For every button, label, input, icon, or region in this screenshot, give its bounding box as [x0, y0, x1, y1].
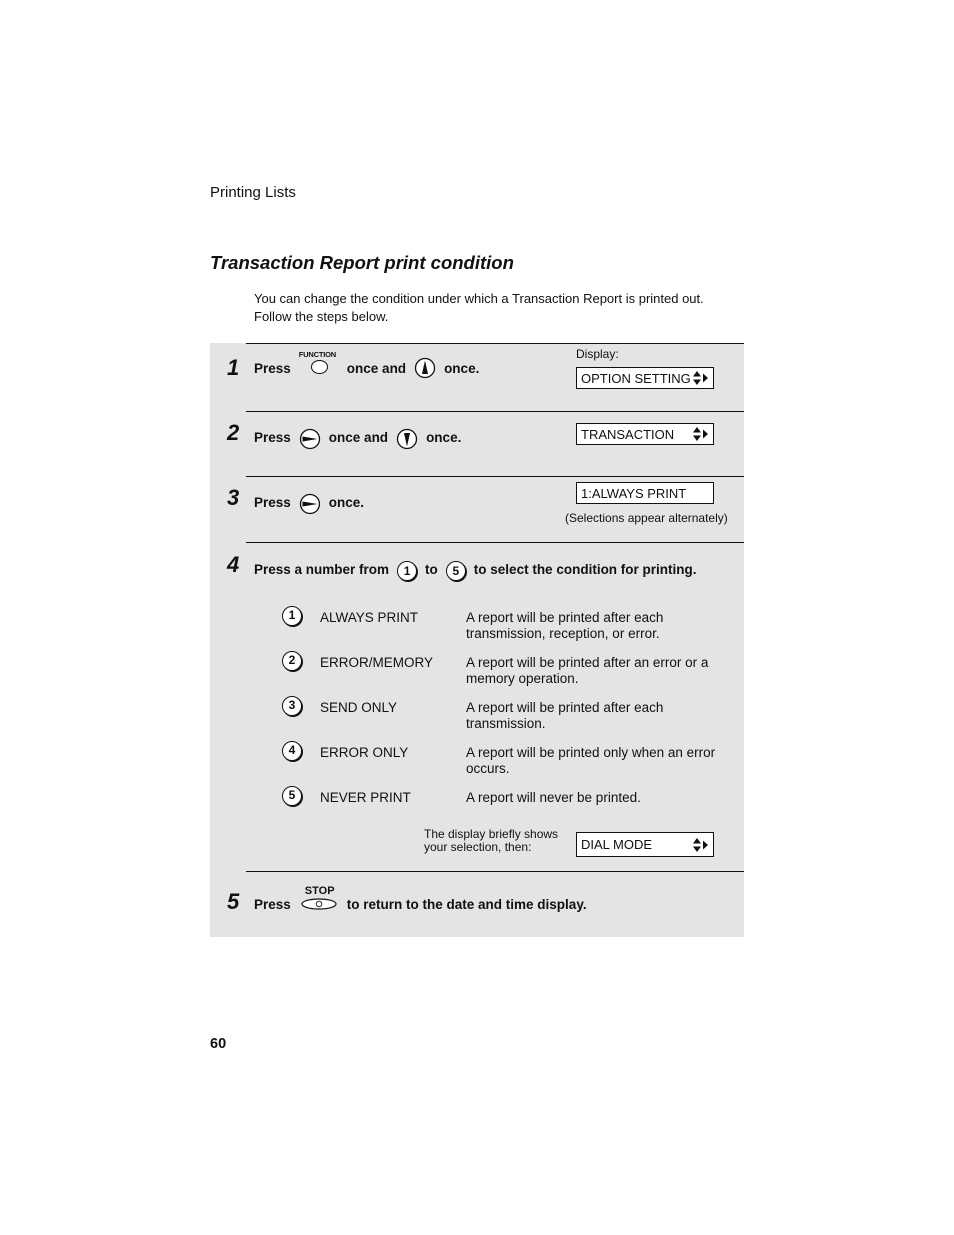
- step-3-number: 3: [227, 485, 240, 510]
- desc-line-1: A report will be printed only when an er…: [466, 745, 716, 760]
- step-4-text-a: Press a number from: [254, 561, 390, 577]
- step-2-press: Press: [254, 429, 291, 445]
- step-5-end: to return to the date and time display.: [346, 896, 587, 912]
- section-header: Printing Lists: [210, 184, 296, 201]
- number-key-5-icon: 5: [445, 561, 466, 581]
- function-key-icon: FUNCTION: [299, 350, 339, 376]
- step-2-text: Press once and once.: [254, 424, 461, 450]
- brief-line-2: your selection, then:: [424, 840, 532, 854]
- option-name: ERROR ONLY: [320, 745, 409, 760]
- step-1-number: 1: [227, 355, 240, 380]
- number-key-icon: 1: [282, 606, 302, 626]
- key-label: 1: [403, 564, 411, 578]
- lcd-display-step-2: TRANSACTION: [576, 423, 714, 445]
- step-2-end: once.: [426, 429, 462, 445]
- option-description: A report will be printed after each trans…: [466, 700, 736, 731]
- lcd-display-step-3: 1:ALWAYS PRINT: [576, 482, 714, 504]
- step-2-number: 2: [227, 420, 240, 445]
- option-name: NEVER PRINT: [320, 790, 411, 805]
- key-label: 1: [288, 608, 296, 623]
- stop-key-label: STOP: [304, 885, 335, 897]
- page-title: Transaction Report print condition: [210, 252, 514, 273]
- lcd-text: 1:ALWAYS PRINT: [581, 486, 687, 501]
- option-description: A report will never be printed.: [466, 790, 736, 806]
- desc-line-1: A report will be printed after each: [466, 700, 664, 715]
- page-number: 60: [210, 1036, 227, 1052]
- desc-line-1: A report will be printed after each: [466, 610, 664, 625]
- up-down-right-arrows-icon: [693, 838, 709, 852]
- desc-line-2: transmission.: [466, 715, 546, 731]
- up-arrow-key-icon: [414, 357, 436, 379]
- intro-line-1: You can change the condition under which…: [254, 291, 704, 306]
- function-key-label: FUNCTION: [298, 350, 336, 359]
- option-description: A report will be printed after an error …: [466, 655, 736, 686]
- step-divider: [246, 343, 744, 344]
- step-2-mid: once and: [328, 429, 389, 445]
- step-1-end: once.: [444, 360, 480, 376]
- step-4-text-b: to: [425, 561, 438, 577]
- up-down-right-arrows-icon: [693, 371, 709, 385]
- number-key-1-icon: 1: [397, 561, 418, 581]
- number-key-icon: 4: [282, 741, 302, 761]
- lcd-display-step-1: OPTION SETTING: [576, 367, 714, 389]
- step-divider: [246, 542, 744, 543]
- step-5-text: Press STOP to return to the date and tim…: [254, 885, 587, 913]
- up-down-right-arrows-icon: [693, 427, 709, 441]
- selections-note: (Selections appear alternately): [565, 511, 728, 525]
- desc-line-1: A report will never be printed.: [466, 790, 641, 805]
- option-description: A report will be printed after each trans…: [466, 610, 736, 641]
- option-description: A report will be printed only when an er…: [466, 745, 736, 776]
- step-divider: [246, 476, 744, 477]
- key-label: 2: [288, 653, 296, 668]
- brief-display-note: The display briefly shows your selection…: [424, 828, 558, 854]
- step-4-text-c: to select the condition for printing.: [473, 561, 697, 577]
- display-label: Display:: [576, 347, 619, 361]
- step-3-end: once.: [328, 494, 365, 510]
- key-label: 4: [288, 743, 296, 758]
- number-key-icon: 3: [282, 696, 302, 716]
- down-arrow-key-icon: [396, 428, 418, 450]
- step-4-text: Press a number from 1 to 5 to select the…: [254, 557, 697, 581]
- lcd-text: TRANSACTION: [581, 427, 675, 442]
- intro-line-2: Follow the steps below.: [254, 309, 389, 324]
- right-arrow-key-icon: [299, 493, 321, 515]
- step-divider: [246, 871, 744, 872]
- step-1-press: Press: [254, 360, 291, 376]
- number-key-icon: 2: [282, 651, 302, 671]
- step-divider: [246, 411, 744, 412]
- step-5-number: 5: [227, 889, 240, 914]
- stop-key-icon: STOP: [299, 885, 339, 913]
- lcd-display-step-4: DIAL MODE: [576, 832, 714, 857]
- lcd-text: OPTION SETTING: [581, 371, 691, 386]
- step-3-text: Press once.: [254, 489, 364, 515]
- desc-line-1: A report will be printed after an error …: [466, 655, 709, 670]
- step-1-mid: once and: [346, 360, 407, 376]
- option-name: SEND ONLY: [320, 700, 398, 715]
- step-4-number: 4: [227, 552, 240, 577]
- key-label: 5: [452, 564, 460, 578]
- desc-line-2: occurs.: [466, 760, 510, 776]
- step-5-press: Press: [254, 896, 291, 912]
- option-name: ERROR/MEMORY: [320, 655, 434, 670]
- key-label: 3: [288, 698, 296, 713]
- right-arrow-key-icon: [299, 428, 321, 450]
- intro-text: You can change the condition under which…: [254, 290, 754, 326]
- step-1-text: Press FUNCTION once and once.: [254, 350, 480, 379]
- desc-line-2: memory operation.: [466, 670, 579, 686]
- steps-panel: 1 Press FUNCTION once and once. Display:…: [210, 343, 744, 937]
- option-name: ALWAYS PRINT: [320, 610, 419, 625]
- number-key-icon: 5: [282, 786, 302, 806]
- desc-line-2: transmission, reception, or error.: [466, 625, 660, 641]
- key-label: 5: [288, 788, 296, 803]
- step-3-press: Press: [254, 494, 291, 510]
- lcd-text: DIAL MODE: [581, 837, 653, 852]
